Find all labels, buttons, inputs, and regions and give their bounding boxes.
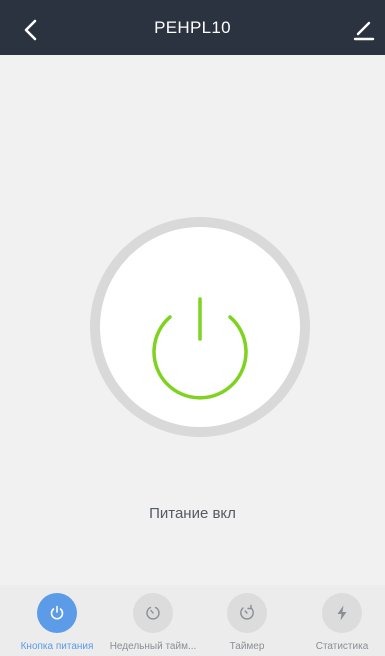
- power-status-text: Питание вкл: [149, 505, 236, 522]
- tab-label: Статистика: [315, 641, 369, 652]
- main-content: Питание вкл: [0, 55, 385, 585]
- tab-timer-circle: [227, 593, 267, 633]
- bottom-tab-bar: Кнопка питания Недельный тайм... Таймер …: [0, 585, 385, 656]
- power-icon: [152, 297, 248, 400]
- edit-button[interactable]: [352, 19, 376, 43]
- page-title: PEHPL10: [154, 18, 231, 37]
- tab-statistics[interactable]: Статистика: [294, 593, 385, 653]
- lightning-icon: [337, 605, 347, 621]
- power-icon: [50, 605, 64, 620]
- power-toggle-button[interactable]: [100, 227, 300, 427]
- tab-weekly-timer-circle: [133, 593, 173, 633]
- clock-icon: [146, 606, 160, 620]
- tab-label: Таймер: [229, 641, 265, 652]
- tab-label: Кнопка питания: [20, 641, 94, 652]
- top-navigation-bar: PEHPL10: [0, 0, 385, 55]
- tab-weekly-timer[interactable]: Недельный тайм...: [105, 593, 201, 653]
- tab-power-button[interactable]: Кнопка питания: [9, 593, 105, 653]
- tab-power-circle: [37, 593, 77, 633]
- tab-statistics-circle: [322, 593, 362, 633]
- tab-label: Недельный тайм...: [109, 641, 197, 652]
- timer-icon: [240, 604, 254, 620]
- pencil-icon: [353, 21, 375, 41]
- tab-timer[interactable]: Таймер: [199, 593, 295, 653]
